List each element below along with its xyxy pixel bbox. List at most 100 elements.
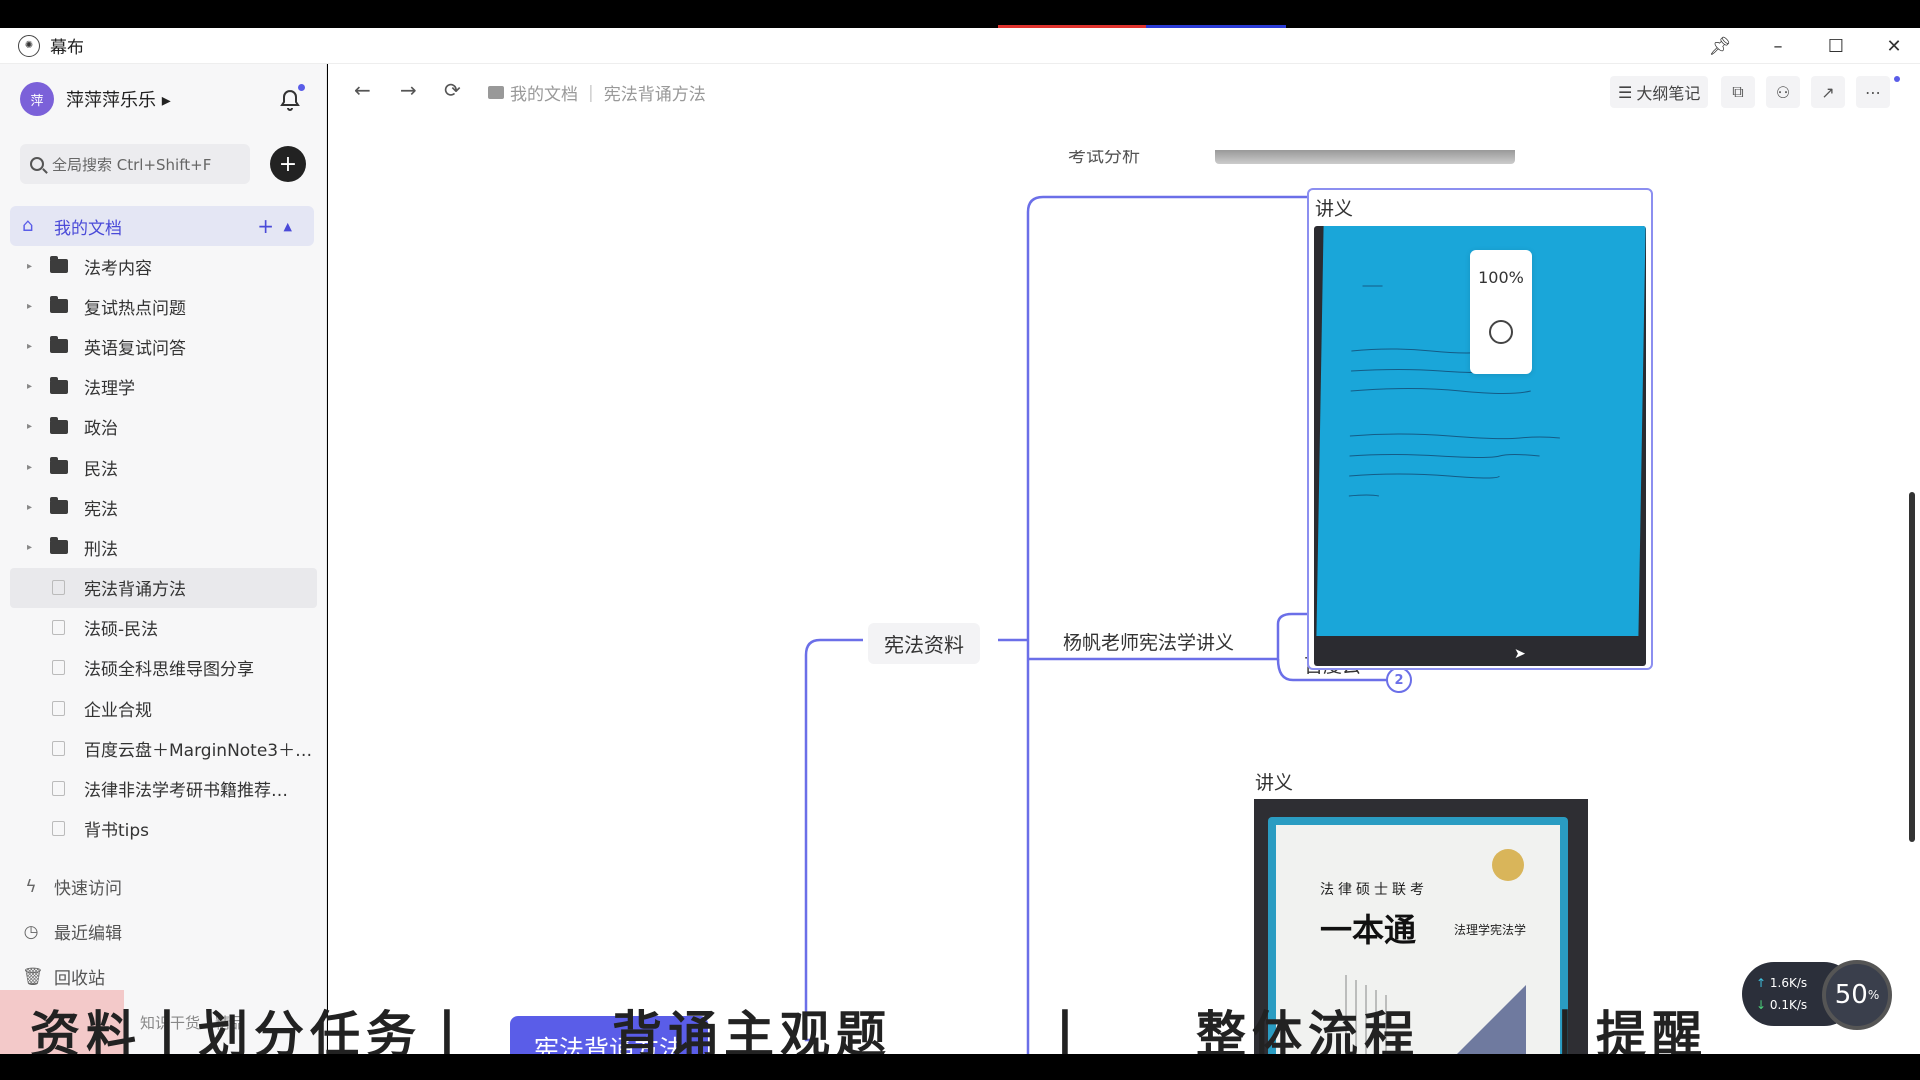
document-icon [52,620,65,636]
bottom-nav-item[interactable]: ϟ 快速访问 [0,864,327,909]
doc-item[interactable]: 企业合规 [0,688,327,728]
username: 萍萍萍乐乐 ▸ [66,90,171,111]
doc-item[interactable]: 法硕全科思维导图分享 [0,648,327,688]
mindmap-canvas[interactable]: 考试分析 宪法资料 杨帆老师宪法学讲义 百度云 2 讲义 [328,120,1920,1054]
breadcrumb-current: 宪法背诵方法 [603,85,706,105]
expand-arrow-icon[interactable]: ▸ [27,462,32,473]
add-icon[interactable]: + [257,214,274,238]
breadcrumb-root[interactable]: 我的文档 [510,80,578,105]
image-card-label: 讲义 [1315,198,1354,220]
tree-item-label: 背书tips [84,821,150,842]
app-logo-icon: ✺ [18,34,40,57]
collaborate-icon[interactable]: ⚇ [1766,76,1800,108]
folder-item[interactable]: ▸ 复试热点问题 [0,286,327,326]
notification-dot [298,84,305,91]
close-button[interactable]: ✕ [1866,28,1920,64]
expand-arrow-icon[interactable]: ▸ [27,381,32,392]
sidebar: 萍 萍萍萍乐乐 ▸ 全局搜索 Ctrl+Shift+F + ⌂ 我的文档 + ▲… [0,64,327,1054]
tree-item-label: 法硕-民法 [84,620,159,641]
minimize-button[interactable]: – [1750,28,1806,64]
outline-notes-button[interactable]: ☰ 大纲笔记 [1610,76,1709,108]
tree-item-label: 宪法背诵方法 [84,580,186,601]
usage-unit: % [1867,988,1880,1002]
window-titlebar: ✺ 幕布 📌︎ – ☐ ✕ [0,28,1920,64]
add-document-button[interactable]: + [270,146,306,182]
folder-item[interactable]: ▸ 宪法 [0,487,327,527]
folder-icon [50,336,68,354]
book-title-line1: 法律硕士联考 [1320,882,1428,898]
my-docs-label: 我的文档 [54,218,122,239]
folder-icon [50,296,68,314]
user-menu[interactable]: 萍 萍萍萍乐乐 ▸ [20,82,171,116]
bottom-nav: ϟ 快速访问 ◷ 最近编辑 🗑︎ 回收站 [0,864,327,999]
doc-tree: ▸ 法考内容 ▸ 复试热点问题 ▸ 英语复试问答 ▸ 法理学 ▸ 政治 ▸ 民法 ▸ 宪法 ▸ 刑法 宪法背诵方… [0,246,327,849]
download-speed: ↓ 0.1K/s [1756,998,1808,1012]
tree-item-label: 法硕全科思维导图分享 [84,660,254,681]
lightning-icon: ϟ [25,876,37,897]
vertical-scrollbar[interactable] [1909,492,1915,842]
sub-node[interactable]: 杨帆老师宪法学讲义 [1063,628,1234,655]
top-black-bar [0,0,1920,28]
book-seal [1492,849,1524,881]
my-docs-item[interactable]: ⌂ 我的文档 + ▲ [10,206,314,246]
collapse-caret-icon[interactable]: ▲ [284,220,292,233]
maximize-button[interactable]: ☐ [1808,28,1864,64]
list-icon: ☰ [1618,82,1633,102]
share-icon[interactable]: ↗ [1811,76,1845,108]
folder-item[interactable]: ▸ 刑法 [0,527,327,567]
expand-arrow-icon[interactable]: ▸ [27,502,32,513]
zoom-level[interactable]: 100% [1470,268,1532,287]
expand-arrow-icon[interactable]: ▸ [27,261,32,272]
expand-arrow-icon[interactable]: ▸ [27,341,32,352]
doc-item[interactable]: 背书tips [0,809,327,849]
bottom-black-bar [0,1054,1920,1080]
search-input[interactable]: 全局搜索 Ctrl+Shift+F [20,144,250,184]
screen: ✺ 幕布 📌︎ – ☐ ✕ 萍 萍萍萍乐乐 ▸ 全局搜索 Ctrl+Shift+… [0,0,1920,1080]
document-icon [52,821,65,837]
document-icon [52,781,65,797]
folder-item[interactable]: ▸ 政治 [0,407,327,447]
doc-item[interactable]: 法硕-民法 [0,608,327,648]
doc-item[interactable]: 法律非法学考研书籍推荐… [0,768,327,808]
folder-item[interactable]: ▸ 民法 [0,447,327,487]
expand-arrow-icon[interactable]: ▸ [27,301,32,312]
tree-item-label: 英语复试问答 [84,338,186,359]
folder-icon [50,537,68,555]
bottom-nav-item[interactable]: ◷ 最近编辑 [0,909,327,954]
expand-arrow-icon[interactable]: ▸ [27,542,32,553]
more-icon[interactable]: ⋯ [1856,76,1890,108]
mindmap-icon[interactable]: ⧉ [1721,76,1755,108]
bell-icon[interactable] [278,88,302,112]
folder-icon [488,86,504,99]
more-dot [1894,76,1900,82]
expand-arrow-icon[interactable]: ▸ [27,421,32,432]
zoom-panel: 100% [1470,250,1532,374]
toolbar: ← → ⟳ 我的文档 | 宪法背诵方法 ☰ 大纲笔记 ⧉ ⚇ ↗ ⋯ [328,64,1920,120]
refresh-icon[interactable]: ⟳ [444,78,461,102]
back-arrow-icon[interactable]: ← [354,78,371,102]
tree-item-label: 刑法 [84,539,118,560]
folder-item[interactable]: ▸ 英语复试问答 [0,326,327,366]
tree-item-label: 法理学 [84,379,135,400]
avatar: 萍 [20,82,54,116]
palette-icon[interactable] [1489,320,1513,344]
document-icon [52,580,65,596]
forward-arrow-icon[interactable]: → [400,78,417,102]
doc-item[interactable]: 百度云盘＋MarginNote3＋… [0,728,327,768]
folder-icon [50,376,68,394]
bottom-nav-label: 回收站 [54,969,105,989]
app-title: 幕布 [50,38,84,58]
collapse-count-badge[interactable]: 2 [1386,667,1412,693]
trash-icon: 🗑︎ [22,966,44,987]
tree-item-label: 宪法 [84,499,118,520]
document-icon [52,700,65,716]
doc-item[interactable]: 宪法背诵方法 [10,567,317,608]
main-area: ← → ⟳ 我的文档 | 宪法背诵方法 ☰ 大纲笔记 ⧉ ⚇ ↗ ⋯ 考试分析 … [328,64,1920,1054]
folder-icon [50,497,68,515]
folder-item[interactable]: ▸ 法理学 [0,367,327,407]
home-icon: ⌂ [22,215,34,236]
bottom-nav-label: 快速访问 [54,879,122,899]
pin-icon[interactable]: 📌︎ [1692,28,1748,64]
branch-node[interactable]: 宪法资料 [868,623,980,664]
folder-item[interactable]: ▸ 法考内容 [0,246,327,286]
